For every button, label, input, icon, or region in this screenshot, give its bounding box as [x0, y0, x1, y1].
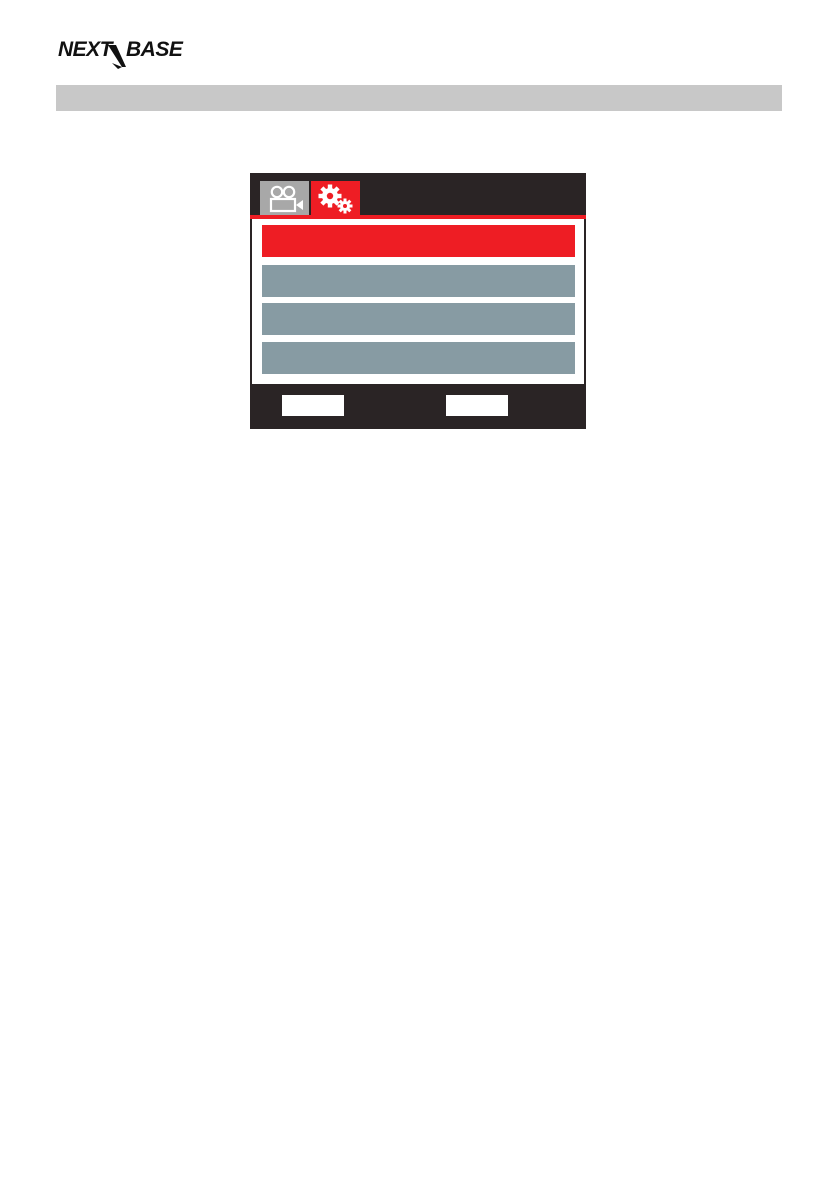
softkey-right[interactable] [446, 395, 508, 416]
menu-item-1[interactable] [262, 225, 575, 257]
menu-tab-bar [250, 173, 586, 217]
tab-settings[interactable] [311, 181, 360, 216]
section-header-bar [56, 85, 782, 111]
menu-item-4[interactable] [262, 342, 575, 374]
device-screen [250, 173, 586, 429]
menu-item-3[interactable] [262, 303, 575, 335]
nextbase-logo-graphic: NEXT BASE [58, 38, 198, 69]
gears-icon [318, 184, 353, 214]
video-camera-icon [269, 185, 303, 213]
menu-item-2[interactable] [262, 265, 575, 297]
softkey-left[interactable] [282, 395, 344, 416]
menu-panel [252, 219, 584, 384]
tab-video[interactable] [260, 181, 309, 216]
nextbase-logo: NEXT BASE [56, 36, 200, 70]
